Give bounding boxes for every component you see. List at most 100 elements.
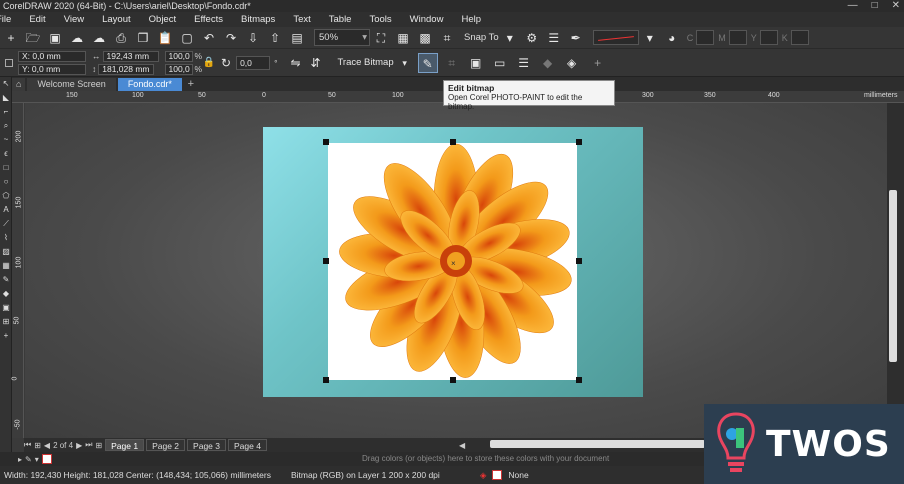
outline-color-swatch[interactable] [592,30,639,45]
pick-tool-icon[interactable]: ↖ [0,77,12,91]
export-icon[interactable]: ⇧ [267,30,283,46]
page-tab-2[interactable]: Page 2 [146,439,186,451]
object-height-field[interactable]: 181,028 mm [98,63,155,75]
menu-effects[interactable]: Effects [194,14,223,25]
resize-handle-bottom[interactable] [450,377,456,383]
new-document-icon[interactable]: + [3,30,19,46]
publish-pdf-icon[interactable]: ▤ [289,30,305,46]
previous-page-icon[interactable]: ◀ [44,441,50,450]
options-gear-icon[interactable]: ⚙ [524,30,540,46]
menu-tools[interactable]: Tools [369,14,391,25]
minimize-icon[interactable]: — [848,0,858,12]
reference-point-icon[interactable] [2,58,16,67]
paste-icon[interactable]: 📋 [157,30,173,46]
drop-shadow-tool-icon[interactable]: ▨ [0,245,12,259]
interactive-fill-tool-icon[interactable]: ◆ [0,287,12,301]
resize-handle-bottom-right[interactable] [576,377,582,383]
eyedropper-tool-icon[interactable]: ✎ [0,273,12,287]
menu-file[interactable]: File [0,14,11,25]
palette-menu-icon[interactable]: ▸ [18,455,22,464]
vertical-ruler[interactable]: 200 150 100 50 0 -50 [11,103,24,438]
resize-handle-left[interactable] [323,258,329,264]
add-tool-icon[interactable]: + [0,329,12,343]
tab-welcome-screen[interactable]: Welcome Screen [27,78,116,91]
undo-icon[interactable]: ↶ [201,30,217,46]
save-icon[interactable]: ▣ [47,30,63,46]
connector-tool-icon[interactable]: ⌇ [0,231,12,245]
resize-handle-top[interactable] [450,139,456,145]
maximize-icon[interactable]: □ [872,0,878,12]
outline-dropdown-chevron-icon[interactable]: ▾ [642,30,658,46]
horizontal-scrollbar[interactable] [490,440,705,448]
mirror-vertical-icon[interactable]: ⇵ [305,53,325,73]
bitmap-frame-icon[interactable]: ▭ [490,53,510,73]
add-property-icon[interactable]: + [588,53,608,73]
mesh-fill-tool-icon[interactable]: ⊞ [0,315,12,329]
page-tab-3[interactable]: Page 3 [187,439,226,451]
menu-table[interactable]: Table [329,14,352,25]
menu-text[interactable]: Text [293,14,310,25]
cmyk-k-field[interactable] [790,30,809,45]
quick-trace-icon[interactable]: ◆ [538,53,558,73]
add-page-after-icon[interactable]: ⊞ [95,441,102,450]
position-x-field[interactable]: X: 0,0 mm [18,50,86,62]
mirror-horizontal-icon[interactable]: ⇋ [285,53,305,73]
position-y-field[interactable]: Y: 0,0 mm [18,63,86,75]
first-page-icon[interactable]: ⏮ [24,440,31,450]
close-icon[interactable]: ✕ [892,0,900,12]
copy-icon[interactable]: ❐ [135,30,151,46]
show-grid-icon[interactable]: ▩ [417,30,433,46]
palette-options-icon[interactable]: ▾ [35,455,39,464]
transparency-tool-icon[interactable]: ▦ [0,259,12,273]
full-screen-icon[interactable]: ⛶ [373,30,389,46]
no-color-swatch[interactable] [41,454,52,464]
menu-bitmaps[interactable]: Bitmaps [241,14,275,25]
text-tool-icon[interactable]: A [0,203,12,217]
menu-view[interactable]: View [64,14,84,25]
page-tab-1[interactable]: Page 1 [105,439,145,451]
freehand-tool-icon[interactable]: ~ [0,133,12,147]
add-page-before-icon[interactable]: ⊞ [34,441,41,450]
menu-layout[interactable]: Layout [102,14,131,25]
scale-y-field[interactable]: 100,0 [164,63,193,75]
resize-handle-top-right[interactable] [576,139,582,145]
crop-bitmap-icon[interactable]: ⌗ [442,53,462,73]
tab-home-icon[interactable]: ⌂ [12,78,26,91]
lock-ratio-icon[interactable]: 🔒 [202,53,216,73]
shape-tool-icon[interactable]: ◣ [0,91,12,105]
eyedropper-icon[interactable]: ✎ [25,455,32,464]
cloud-upload-icon[interactable]: ☁ [69,30,85,46]
menu-help[interactable]: Help [461,14,481,25]
align-icon[interactable]: ☰ [546,30,562,46]
resample-icon[interactable]: ▣ [466,53,486,73]
menu-edit[interactable]: Edit [29,14,45,25]
edit-bitmap-icon[interactable]: ✎ [417,52,438,73]
trace-dropdown-chevron-icon[interactable]: ▾ [400,53,410,73]
redo-icon[interactable]: ↷ [223,30,239,46]
trace-bitmap-button[interactable]: Trace Bitmap [331,53,399,73]
rotation-icon[interactable]: ↻ [216,53,236,73]
show-rulers-icon[interactable]: ▦ [395,30,411,46]
rotation-angle-field[interactable]: 0,0 [236,55,271,70]
text-wrap-icon[interactable]: ☰ [514,53,534,73]
ellipse-tool-icon[interactable]: ○ [0,175,12,189]
scroll-left-icon[interactable]: ◀ [459,441,465,450]
color-wheel-icon[interactable]: ◕ [664,30,680,46]
resize-handle-right[interactable] [576,258,582,264]
snap-to-dropdown[interactable]: Snap To [464,32,499,43]
open-folder-icon[interactable]: 🗁 [25,30,41,46]
pen-icon[interactable]: ✒ [568,30,584,46]
zoom-tool-icon[interactable]: ⌕ [0,119,12,133]
cut-icon[interactable]: ▢ [179,30,195,46]
smart-fill-tool-icon[interactable]: ▣ [0,301,12,315]
resize-handle-bottom-left[interactable] [323,377,329,383]
menu-object[interactable]: Object [149,14,176,25]
last-page-icon[interactable]: ⏭ [85,440,92,450]
scale-x-field[interactable]: 100,0 [164,50,193,62]
snap-icon[interactable]: ⌗ [439,30,455,46]
center-marker[interactable]: × [451,259,456,268]
artistic-media-tool-icon[interactable]: ϵ [0,147,12,161]
cmyk-y-field[interactable] [759,30,778,45]
cmyk-c-field[interactable] [696,30,715,45]
new-tab-icon[interactable]: + [184,78,198,91]
